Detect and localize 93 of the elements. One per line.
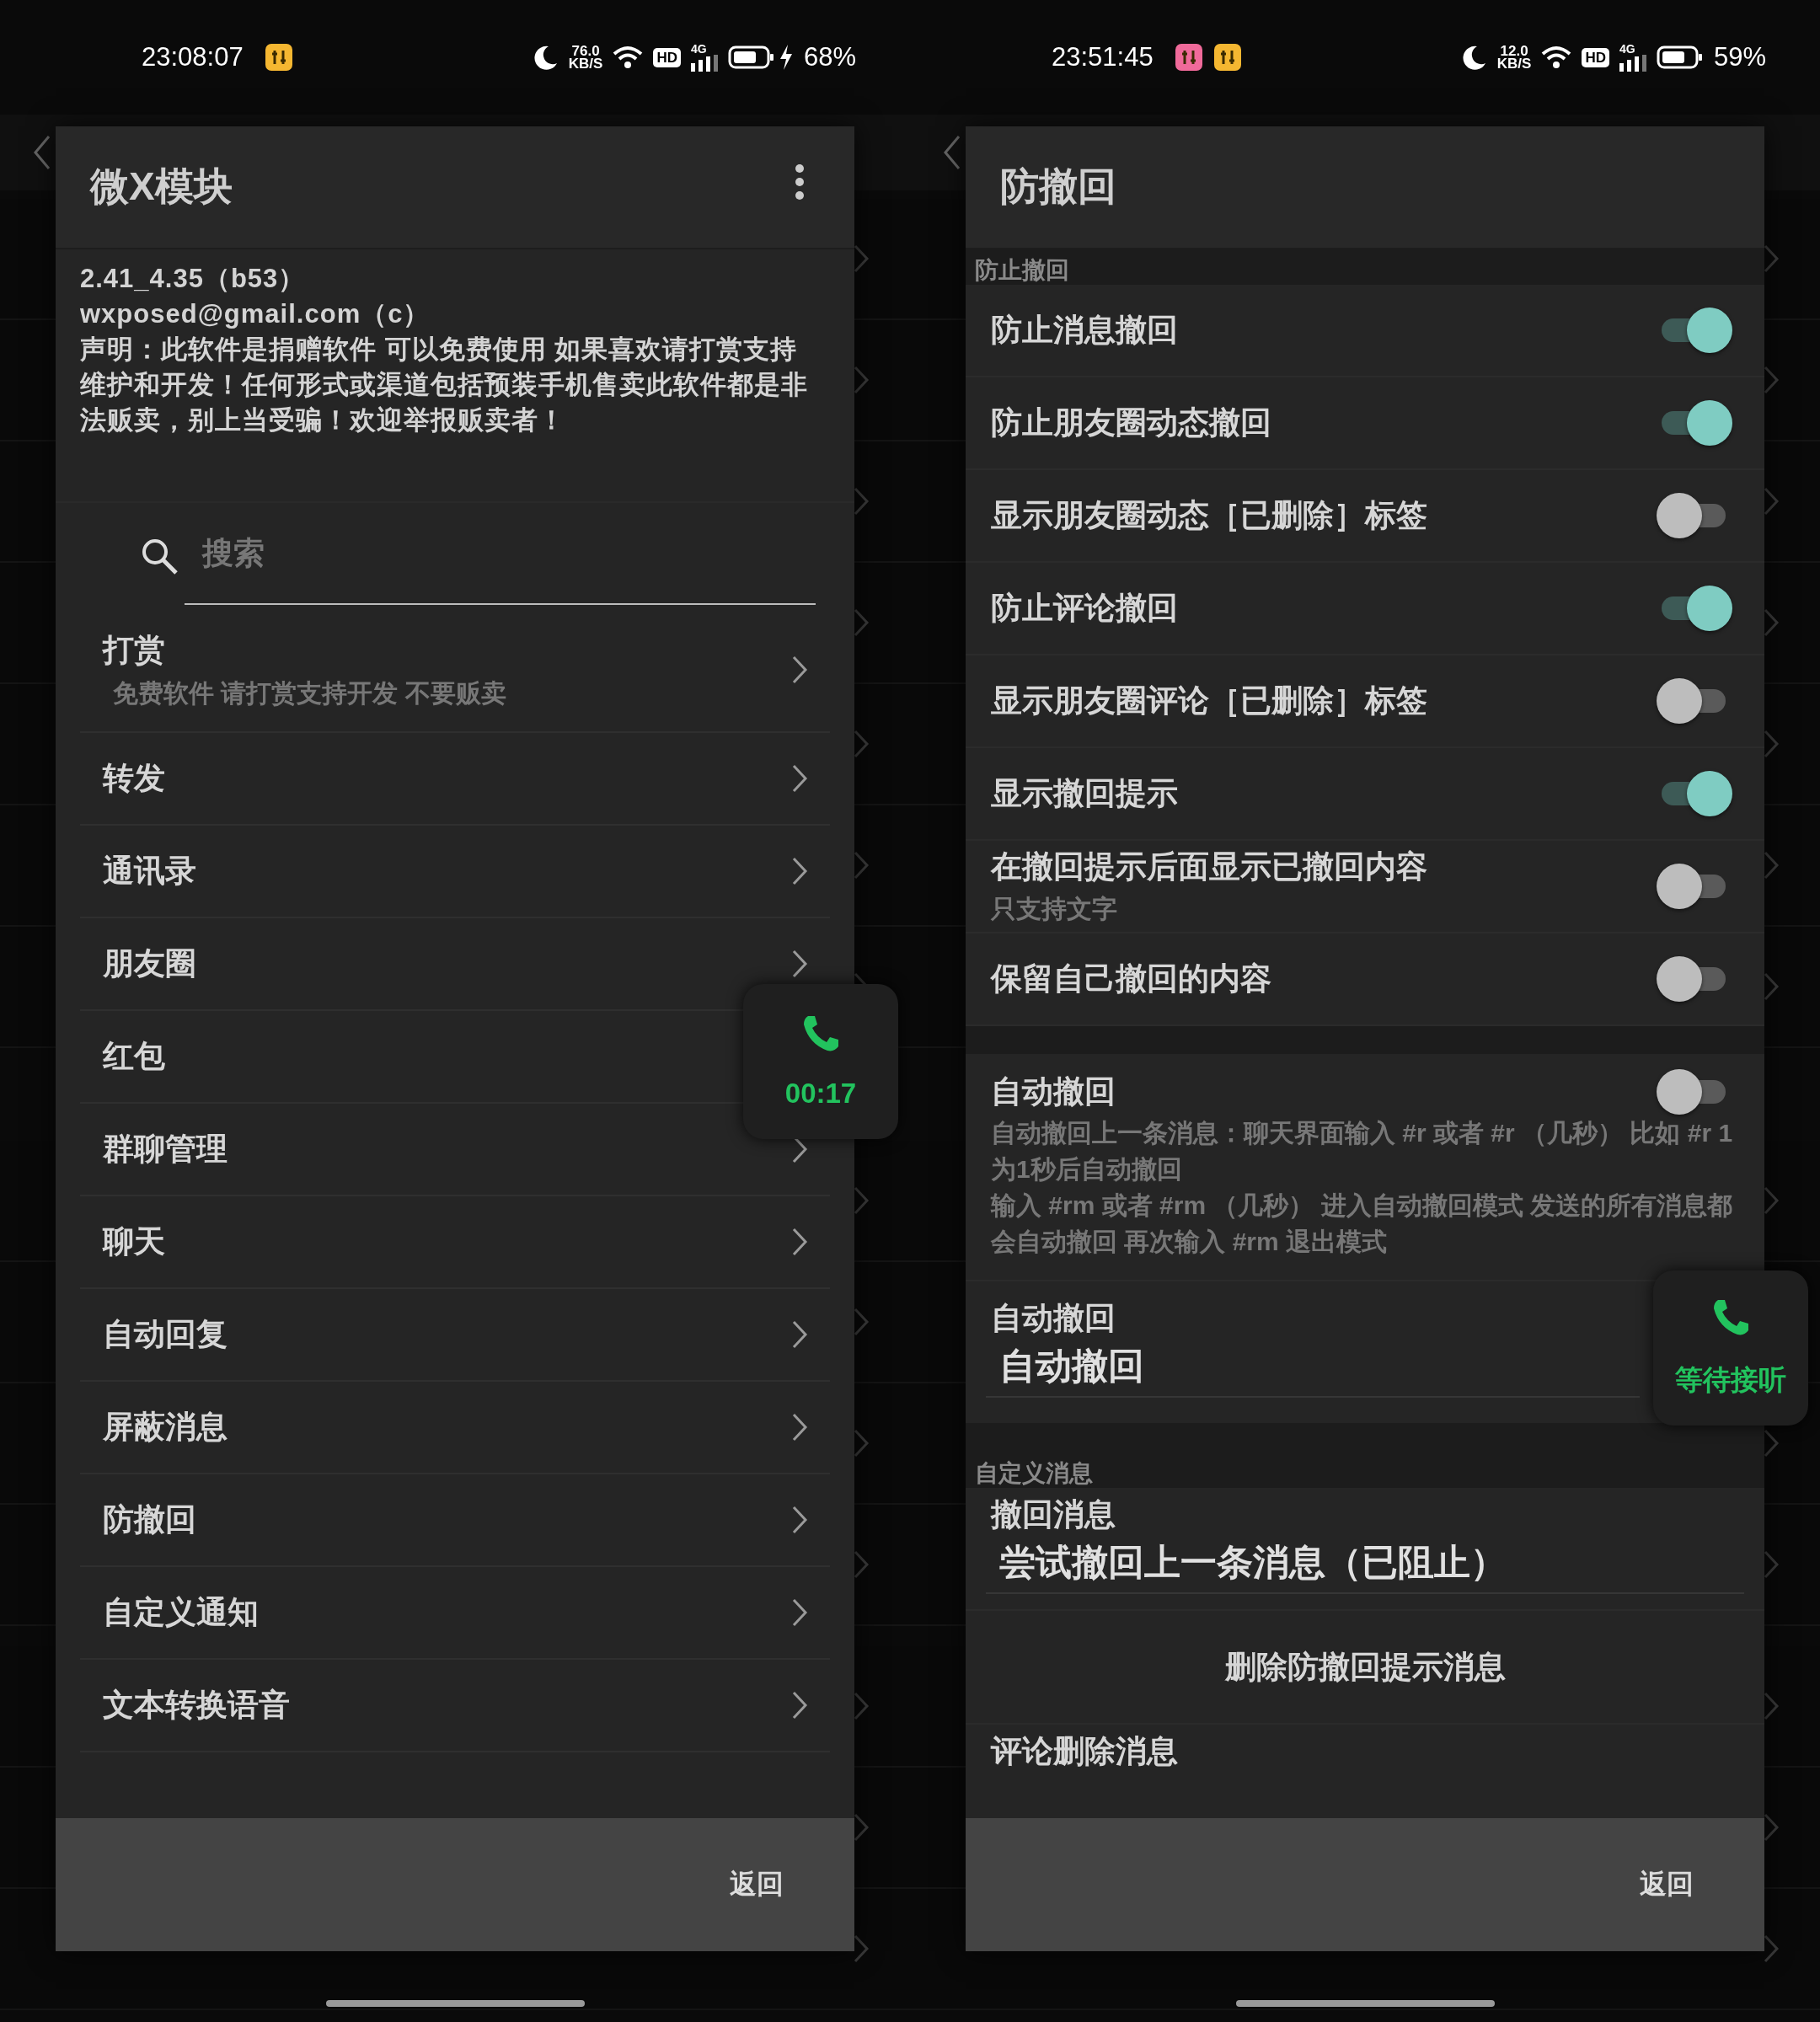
setting-label: 评论删除消息 [991,1734,1178,1768]
moon-icon [533,45,559,70]
back-icon [942,134,962,171]
back-button[interactable]: 返回 [726,1858,787,1912]
setting-label: 防止消息撤回 [991,312,1179,349]
menu-item[interactable]: 打赏 免费软件 请打赏支持开发 不要贩卖 [80,608,830,733]
chevron-icon [791,655,808,685]
chevron-icon [853,243,870,274]
setting-description: 输入 #rm 或者 #rm （几秒） 进入自动撤回模式 发送的所有消息都会自动撤回 再次输入 #rm 退出模式 [991,1190,1734,1257]
chevron-icon [1763,1691,1780,1721]
battery-percent: 59% [1713,42,1766,72]
chevron-icon [1763,850,1780,880]
chevron-icon [1763,729,1780,759]
setting-label: 自动撤回 [991,1073,1116,1110]
section-header: 防止撤回 [966,249,1764,285]
chevron-icon [791,763,808,794]
chevron-icon [853,1428,870,1458]
status-time: 23:51:45 [1052,42,1154,72]
chevron-icon [791,1505,808,1535]
chevron-icon [1763,243,1780,274]
chevron-icon [791,1319,808,1350]
setting-hint: 只支持文字 [991,893,1118,924]
call-status: 等待接听 [1675,1362,1786,1397]
menu-item[interactable]: 自动回复 [80,1289,830,1382]
chevron-icon [791,856,808,886]
menu-item[interactable]: 自定义通知 [80,1567,830,1660]
section-header: 自定义消息 [966,1423,1764,1488]
setting-label: 防止朋友圈动态撤回 [991,404,1272,441]
menu-item[interactable]: 屏蔽消息 [80,1382,830,1474]
network-speed: 12.0 [1500,45,1528,57]
call-toast[interactable]: 00:17 [743,984,898,1139]
notice-text: 声明：此软件是捐赠软件 可以免费使用 如果喜欢请打赏支持维护和开发！任何形式或渠道包括预装手机售卖此软件都是非法贩卖，别上当受骗！欢迎举报贩卖者！ [80,334,809,436]
chevron-icon [1763,1549,1780,1580]
version-text: 2.41_4.35（b53） [80,263,307,295]
chevron-icon [791,1227,808,1257]
setting-label: 显示撤回提示 [991,775,1179,812]
chevron-icon [1763,486,1780,516]
back-icon [32,134,52,171]
text-field[interactable]: 自动撤回 [986,1342,1640,1398]
chevron-icon [1763,365,1780,395]
chevron-icon [791,949,808,979]
chevron-icon [853,607,870,638]
chevron-icon [853,1307,870,1337]
speed-unit: KB/S [568,57,603,70]
setting-label: 防止评论撤回 [991,590,1179,627]
action-button[interactable]: 删除防撤回提示消息 [966,1609,1764,1725]
chevron-icon [1763,971,1780,1002]
chevron-icon [853,1691,870,1721]
network-speed: 76.0 [571,45,600,57]
chevron-icon [853,729,870,759]
setting-label: 自动撤回 [990,1300,1116,1337]
hd-badge: HD [653,47,681,67]
chevron-icon [791,1412,808,1442]
setting-label: 保留自己撤回的内容 [991,960,1272,998]
wifi-icon [613,45,644,69]
wifi-icon [1541,45,1572,69]
chevron-icon [1763,607,1780,638]
menu-item[interactable]: 文本转换语音 [80,1660,830,1752]
chevron-icon [1763,1428,1780,1458]
menu-item[interactable]: 转发 [80,733,830,826]
battery-percent: 68% [803,42,856,72]
menu-item[interactable]: 防撤回 [80,1474,830,1567]
chevron-icon [853,365,870,395]
more-icon[interactable] [794,163,806,201]
network-type: 4G [1619,43,1635,55]
moon-icon [1461,45,1487,70]
setting-label: 在撤回提示后面显示已撤回内容 [991,848,1428,885]
back-button[interactable]: 返回 [1636,1858,1697,1912]
chevron-icon [853,1185,870,1216]
menu-item[interactable]: 通讯录 [80,826,830,918]
status-time: 23:08:07 [142,42,244,72]
hd-badge: HD [1582,47,1609,67]
chevron-icon [1763,1185,1780,1216]
signal-icon [1619,54,1646,72]
item-subtitle: 免费软件 请打赏支持开发 不要贩卖 [113,677,506,709]
text-field[interactable]: 尝试撤回上一条消息（已阻止） [986,1538,1744,1594]
chevron-icon [791,1597,808,1628]
email-text: wxposed@gmail.com（c） [80,298,431,330]
dialog-title: 微X模块 [90,163,233,210]
chevron-icon [853,850,870,880]
network-type: 4G [690,43,707,55]
setting-label: 撤回消息 [989,1496,1116,1533]
signal-icon [690,54,718,72]
speed-unit: KB/S [1496,57,1532,70]
menu-item[interactable]: 聊天 [80,1196,830,1289]
setting-label: 显示朋友圈动态［已删除］标签 [991,497,1428,534]
setting-label: 显示朋友圈评论［已删除］标签 [991,682,1428,719]
setting-description: 自动撤回上一条消息：聊天界面输入 #r 或者 #r （几秒） 比如 #r 1 为1秒后自动撤回 [991,1118,1734,1185]
chevron-icon [791,1690,808,1720]
call-toast[interactable]: 等待接听 [1653,1270,1808,1426]
chevron-icon [853,486,870,516]
chevron-icon [853,1549,870,1580]
dialog-title: 防撤回 [1000,163,1116,210]
